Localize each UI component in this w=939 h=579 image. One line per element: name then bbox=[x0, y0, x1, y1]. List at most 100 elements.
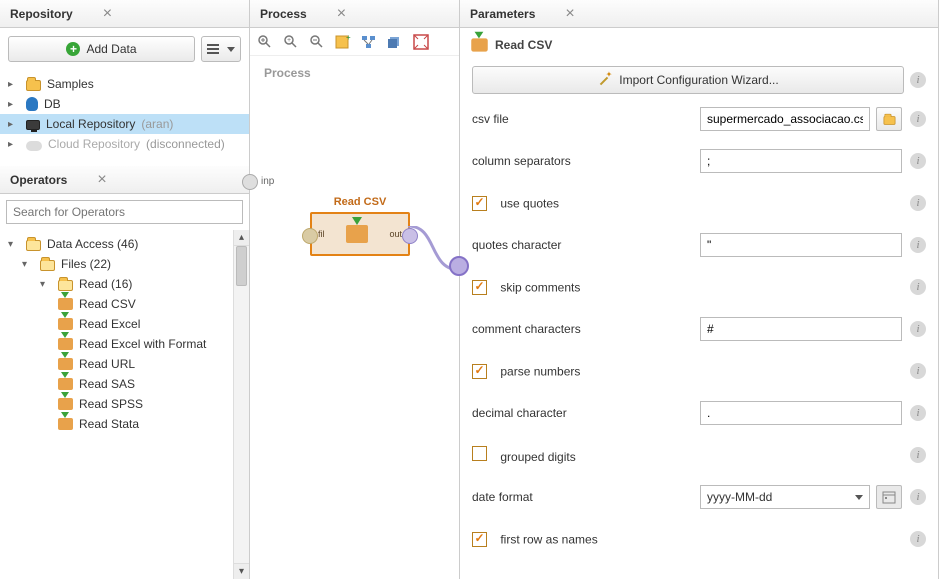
comment-characters-input[interactable] bbox=[700, 317, 902, 341]
tree-node-files[interactable]: ▾ Files (22) bbox=[0, 254, 233, 274]
expander-icon[interactable]: ▸ bbox=[8, 79, 20, 90]
layers-icon[interactable] bbox=[386, 33, 404, 51]
operator-read-csv[interactable]: Read CSV fil out bbox=[310, 196, 410, 256]
first-row-names-checkbox[interactable] bbox=[472, 532, 487, 547]
note-icon[interactable]: + bbox=[334, 33, 352, 51]
use-quotes-checkbox[interactable] bbox=[472, 196, 487, 211]
op-read-excel-format[interactable]: Read Excel with Format bbox=[0, 334, 233, 354]
op-read-spss[interactable]: Read SPSS bbox=[0, 394, 233, 414]
wizard-label: Import Configuration Wizard... bbox=[619, 73, 778, 87]
read-icon bbox=[58, 378, 73, 390]
chevron-down-icon bbox=[855, 495, 863, 500]
info-icon[interactable]: i bbox=[910, 447, 926, 463]
info-icon[interactable]: i bbox=[910, 72, 926, 88]
info-icon[interactable]: i bbox=[910, 405, 926, 421]
repo-item-local[interactable]: ▸ Local Repository (aran) bbox=[0, 114, 249, 134]
info-icon[interactable]: i bbox=[910, 237, 926, 253]
param-label: skip comments bbox=[500, 280, 580, 294]
calendar-button[interactable] bbox=[876, 485, 902, 509]
tree-label: Read CSV bbox=[79, 297, 136, 311]
process-tab[interactable]: Process × bbox=[250, 0, 459, 28]
read-icon bbox=[58, 418, 73, 430]
vertical-scrollbar[interactable]: ▴ ▾ bbox=[233, 230, 249, 579]
zoom-out-icon[interactable] bbox=[308, 33, 326, 51]
repository-tree: ▸ Samples ▸ DB ▸ Local Repository (aran)… bbox=[0, 70, 249, 166]
repository-tab[interactable]: Repository × bbox=[0, 0, 249, 28]
operators-title: Operators bbox=[10, 173, 67, 187]
process-input-port[interactable]: inp bbox=[242, 174, 258, 190]
arrange-icon[interactable] bbox=[360, 33, 378, 51]
repo-item-db[interactable]: ▸ DB bbox=[0, 94, 249, 114]
add-data-button[interactable]: + Add Data bbox=[8, 36, 195, 62]
tree-node-data-access[interactable]: ▾ Data Access (46) bbox=[0, 234, 233, 254]
database-icon bbox=[26, 97, 38, 111]
param-date-format: date format yyyy-MM-dd i bbox=[460, 476, 938, 518]
fullscreen-icon[interactable] bbox=[412, 33, 430, 51]
date-format-select[interactable]: yyyy-MM-dd bbox=[700, 485, 870, 509]
scroll-up-icon[interactable]: ▴ bbox=[234, 230, 249, 246]
close-icon[interactable]: × bbox=[565, 6, 574, 22]
parse-numbers-checkbox[interactable] bbox=[472, 364, 487, 379]
op-read-url[interactable]: Read URL bbox=[0, 354, 233, 374]
operators-tab[interactable]: Operators × bbox=[0, 166, 249, 194]
read-icon bbox=[58, 318, 73, 330]
tree-label: Cloud Repository bbox=[48, 137, 140, 151]
info-icon[interactable]: i bbox=[910, 195, 926, 211]
folder-open-icon bbox=[26, 240, 41, 251]
zoom-fit-icon[interactable] bbox=[256, 33, 274, 51]
close-icon[interactable]: × bbox=[337, 6, 346, 22]
tree-state: (aran) bbox=[141, 117, 173, 131]
quotes-character-input[interactable] bbox=[700, 233, 902, 257]
scroll-down-icon[interactable]: ▾ bbox=[234, 563, 249, 579]
decimal-character-input[interactable] bbox=[700, 401, 902, 425]
parameters-header: Read CSV bbox=[460, 28, 938, 62]
import-wizard-button[interactable]: Import Configuration Wizard... bbox=[472, 66, 904, 94]
grouped-digits-checkbox[interactable] bbox=[472, 446, 487, 461]
expander-icon[interactable]: ▾ bbox=[40, 279, 52, 290]
info-icon[interactable]: i bbox=[910, 363, 926, 379]
info-icon[interactable]: i bbox=[910, 321, 926, 337]
zoom-in-icon[interactable]: + bbox=[282, 33, 300, 51]
info-icon[interactable]: i bbox=[910, 531, 926, 547]
process-output-port[interactable] bbox=[449, 256, 469, 276]
read-icon bbox=[58, 298, 73, 310]
close-icon[interactable]: × bbox=[103, 6, 112, 22]
skip-comments-checkbox[interactable] bbox=[472, 280, 487, 295]
expander-icon[interactable]: ▸ bbox=[8, 119, 20, 130]
expander-icon[interactable]: ▾ bbox=[22, 259, 34, 270]
expander-icon[interactable]: ▸ bbox=[8, 99, 20, 110]
info-icon[interactable]: i bbox=[910, 279, 926, 295]
expander-icon[interactable]: ▾ bbox=[8, 239, 20, 250]
operator-search-input[interactable] bbox=[6, 200, 243, 224]
parameters-tab[interactable]: Parameters × bbox=[460, 0, 938, 28]
tree-label: Read Excel with Format bbox=[79, 337, 206, 351]
breadcrumb[interactable]: Process bbox=[264, 66, 311, 80]
menu-icon bbox=[207, 44, 219, 54]
scroll-thumb[interactable] bbox=[236, 246, 247, 286]
op-read-stata[interactable]: Read Stata bbox=[0, 414, 233, 434]
close-icon[interactable]: × bbox=[97, 172, 106, 188]
operator-input-port[interactable] bbox=[302, 228, 318, 244]
svg-text:+: + bbox=[346, 34, 351, 42]
op-read-sas[interactable]: Read SAS bbox=[0, 374, 233, 394]
repo-menu-button[interactable] bbox=[201, 36, 241, 62]
repo-item-samples[interactable]: ▸ Samples bbox=[0, 74, 249, 94]
expander-icon[interactable]: ▸ bbox=[8, 139, 20, 150]
tree-state: (disconnected) bbox=[146, 137, 225, 151]
op-read-csv[interactable]: Read CSV bbox=[0, 294, 233, 314]
process-canvas[interactable]: Process inp Read CSV fil out bbox=[250, 56, 459, 579]
op-read-excel[interactable]: Read Excel bbox=[0, 314, 233, 334]
browse-file-button[interactable] bbox=[876, 107, 902, 131]
info-icon[interactable]: i bbox=[910, 489, 926, 505]
info-icon[interactable]: i bbox=[910, 153, 926, 169]
monitor-icon bbox=[26, 120, 40, 130]
info-icon[interactable]: i bbox=[910, 111, 926, 127]
tree-label: Local Repository bbox=[46, 117, 135, 131]
column-separators-input[interactable] bbox=[700, 149, 902, 173]
read-icon bbox=[58, 338, 73, 350]
tree-node-read[interactable]: ▾ Read (16) bbox=[0, 274, 233, 294]
csv-file-input[interactable] bbox=[700, 107, 870, 131]
parameters-title: Parameters bbox=[470, 7, 535, 21]
tree-label: Data Access (46) bbox=[47, 237, 138, 251]
repo-item-cloud[interactable]: ▸ Cloud Repository (disconnected) bbox=[0, 134, 249, 154]
